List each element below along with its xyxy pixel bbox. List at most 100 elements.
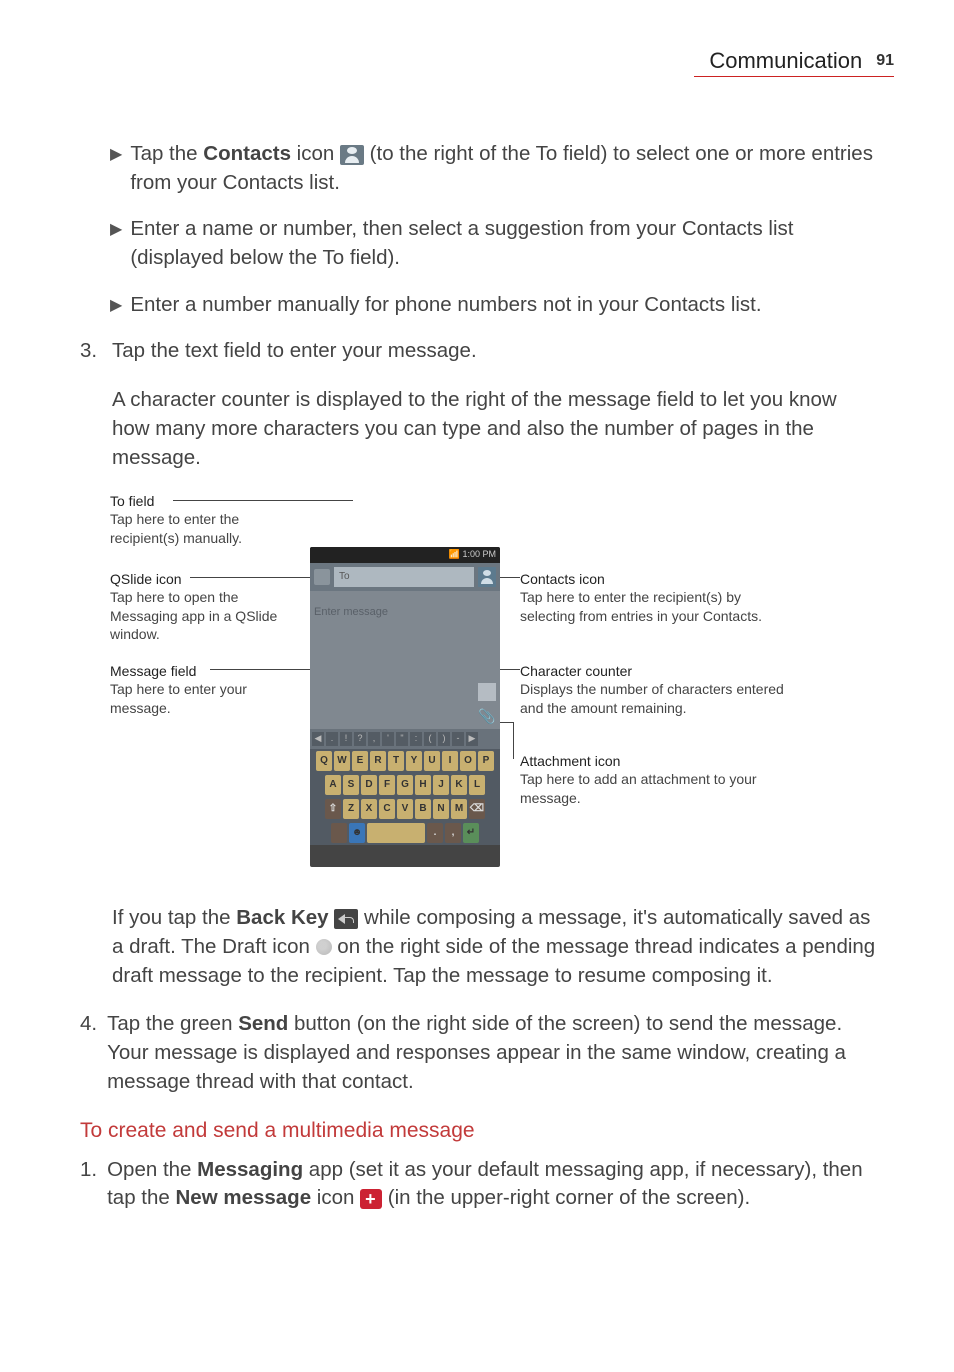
key-l[interactable]: L <box>469 775 485 795</box>
contacts-button[interactable] <box>478 567 496 587</box>
bullet-2: ▶ Enter a name or number, then select a … <box>110 215 880 272</box>
callout-contacts: Contacts icon Tap here to enter the reci… <box>520 570 800 625</box>
message-area[interactable]: Enter message 📎 <box>310 591 500 729</box>
comma-key[interactable]: , <box>445 823 461 843</box>
key-y[interactable]: Y <box>406 751 422 771</box>
key-p[interactable]: P <box>478 751 494 771</box>
callout-desc: Tap here to enter the recipient(s) manua… <box>110 511 242 545</box>
key-r[interactable]: R <box>370 751 386 771</box>
step-number: 4. <box>80 1010 97 1096</box>
back-key-para: If you tap the Back Key while composing … <box>112 904 880 990</box>
lead-line <box>498 669 520 670</box>
step-number: 1. <box>80 1156 97 1213</box>
text: (in the upper-right corner of the screen… <box>382 1186 750 1209</box>
to-input[interactable]: To <box>334 567 474 587</box>
lead-line <box>498 722 513 723</box>
text: button (on the right side of the screen)… <box>288 1012 842 1035</box>
keyboard: Q W E R T Y U I O P A S D F G H <box>310 749 500 845</box>
emoji-key[interactable]: ☻ <box>349 823 365 843</box>
callout-title: QSlide icon <box>110 571 182 587</box>
page-header: Communication 91 <box>709 48 894 74</box>
step-4-desc: Your message is displayed and responses … <box>107 1041 846 1093</box>
key-q[interactable]: Q <box>316 751 332 771</box>
sym-key[interactable] <box>331 823 347 843</box>
lead-line <box>210 669 315 670</box>
callout-counter: Character counter Displays the number of… <box>520 662 800 717</box>
callout-desc: Tap here to open the Messaging app in a … <box>110 589 277 641</box>
key-h[interactable]: H <box>415 775 431 795</box>
key-o[interactable]: O <box>460 751 476 771</box>
step-1-mms: 1. Open the Messaging app (set it as you… <box>80 1156 880 1213</box>
key-m[interactable]: M <box>451 799 467 819</box>
callout-title: Attachment icon <box>520 753 620 769</box>
bullet-3: ▶ Enter a number manually for phone numb… <box>110 291 880 320</box>
text: icon <box>291 142 340 165</box>
left-arrow-icon[interactable]: ◀ <box>312 732 324 746</box>
keyboard-row-2: A S D F G H J K L <box>310 773 500 797</box>
key-n[interactable]: N <box>433 799 449 819</box>
status-bar: 📶 1:00 PM <box>310 547 500 563</box>
shift-key[interactable]: ⇧ <box>325 799 341 819</box>
step-4: 4. Tap the green Send button (on the rig… <box>80 1010 880 1096</box>
step-3-description: A character counter is displayed to the … <box>112 386 880 472</box>
keyboard-row-4: ☻ . , ↵ <box>310 821 500 845</box>
bullet-2-text: Enter a name or number, then select a su… <box>130 215 880 272</box>
key-k[interactable]: K <box>451 775 467 795</box>
backspace-key[interactable]: ⌫ <box>469 799 485 819</box>
key-x[interactable]: X <box>361 799 377 819</box>
signal-icon: 📶 <box>449 549 460 559</box>
key-a[interactable]: A <box>325 775 341 795</box>
space-key[interactable] <box>367 823 425 843</box>
callout-title: Character counter <box>520 663 632 679</box>
enter-key[interactable]: ↵ <box>463 823 479 843</box>
callout-desc: Tap here to add an attachment to your me… <box>520 771 757 805</box>
callout-message-field: Message field Tap here to enter your mes… <box>110 662 290 717</box>
key-i[interactable]: I <box>442 751 458 771</box>
key-t[interactable]: T <box>388 751 404 771</box>
text: icon <box>311 1186 360 1209</box>
key-f[interactable]: F <box>379 775 395 795</box>
key-j[interactable]: J <box>433 775 449 795</box>
attachment-icon[interactable]: 📎 <box>478 707 496 725</box>
period-key[interactable]: . <box>427 823 443 843</box>
key-u[interactable]: U <box>424 751 440 771</box>
keyboard-row-3: ⇧ Z X C V B N M ⌫ <box>310 797 500 821</box>
callout-desc: Tap here to enter the recipient(s) by se… <box>520 589 762 623</box>
suggestion-row: ◀ .!?, '" :()- ▶ <box>310 729 500 749</box>
callout-qslide: QSlide icon Tap here to open the Messagi… <box>110 570 290 643</box>
lead-line <box>190 577 315 578</box>
contacts-icon <box>340 145 364 165</box>
keyboard-row-1: Q W E R T Y U I O P <box>310 749 500 773</box>
qslide-button[interactable] <box>314 569 330 585</box>
bullet-marker-icon: ▶ <box>110 140 122 197</box>
back-key-icon <box>334 909 358 929</box>
right-arrow-icon[interactable]: ▶ <box>466 732 478 746</box>
key-z[interactable]: Z <box>343 799 359 819</box>
key-s[interactable]: S <box>343 775 359 795</box>
to-row: To <box>310 563 500 591</box>
step-3: 3. Tap the text field to enter your mess… <box>80 337 880 366</box>
callout-title: Message field <box>110 663 196 679</box>
key-c[interactable]: C <box>379 799 395 819</box>
key-e[interactable]: E <box>352 751 368 771</box>
step-number: 3. <box>80 337 102 366</box>
status-time: 1:00 PM <box>462 549 496 559</box>
messaging-word: Messaging <box>197 1158 303 1181</box>
key-d[interactable]: D <box>361 775 377 795</box>
key-b[interactable]: B <box>415 799 431 819</box>
header-title: Communication <box>709 48 862 74</box>
lead-line <box>498 577 520 578</box>
text: Tap the green <box>107 1012 238 1035</box>
text: Open the <box>107 1158 197 1181</box>
bullet-1: ▶ Tap the Contacts icon (to the right of… <box>110 140 880 197</box>
section-heading: To create and send a multimedia message <box>80 1116 880 1145</box>
bullet-3-text: Enter a number manually for phone number… <box>130 291 761 320</box>
key-w[interactable]: W <box>334 751 350 771</box>
page-number: 91 <box>876 52 894 70</box>
key-v[interactable]: V <box>397 799 413 819</box>
callout-title: To field <box>110 493 154 509</box>
text: If you tap the <box>112 906 236 929</box>
callout-desc: Tap here to enter your message. <box>110 681 247 715</box>
key-g[interactable]: G <box>397 775 413 795</box>
callout-desc: Displays the number of characters entere… <box>520 681 784 715</box>
